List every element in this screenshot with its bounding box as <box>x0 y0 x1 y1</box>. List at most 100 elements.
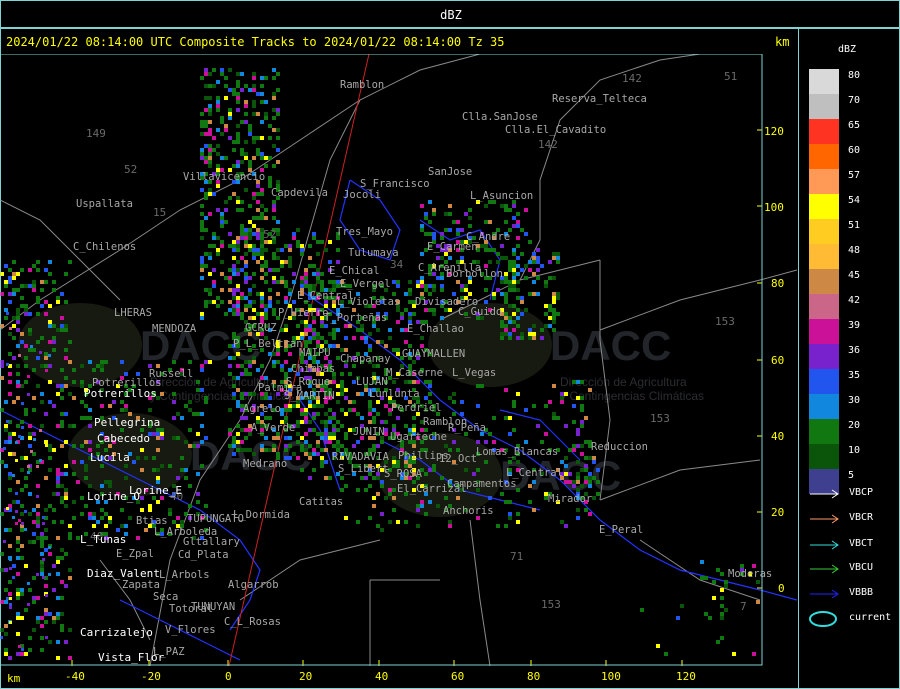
radar-echo-pixel <box>548 308 552 312</box>
radar-echo-pixel <box>244 304 248 308</box>
radar-echo-pixel <box>60 316 64 320</box>
radar-echo-pixel <box>508 304 512 308</box>
radar-echo-pixel <box>412 444 416 448</box>
radar-echo-pixel <box>18 435 21 438</box>
radar-echo-pixel <box>196 472 200 476</box>
radar-echo-pixel <box>352 408 356 412</box>
radar-echo-pixel <box>48 573 51 576</box>
radar-echo-pixel <box>508 516 512 520</box>
radar-echo-pixel <box>32 368 36 372</box>
radar-echo-pixel <box>44 440 48 444</box>
radar-echo-pixel <box>324 424 328 428</box>
radar-echo-pixel <box>220 244 224 248</box>
top-bar: dBZ <box>0 0 900 28</box>
radar-echo-pixel <box>444 444 448 448</box>
radar-echo-pixel <box>16 288 20 292</box>
radar-echo-pixel <box>96 520 100 524</box>
radar-echo-pixel <box>252 84 256 88</box>
radar-echo-pixel <box>528 336 532 340</box>
radar-echo-pixel <box>556 292 560 296</box>
radar-echo-pixel <box>204 264 208 268</box>
radar-echo-pixel <box>556 296 560 300</box>
radar-echo-pixel <box>24 408 28 412</box>
radar-echo-pixel <box>200 464 204 468</box>
radar-echo-pixel <box>248 88 252 92</box>
radar-echo-pixel <box>584 456 588 460</box>
radar-echo-pixel <box>8 380 12 384</box>
radar-echo-pixel <box>308 256 312 260</box>
boundary-line <box>599 269 797 331</box>
radar-echo-pixel <box>268 136 272 140</box>
place-label: SanJose <box>428 166 472 178</box>
radar-echo-pixel <box>296 240 300 244</box>
radar-echo-pixel <box>328 260 332 264</box>
place-label: Potrerillos <box>84 387 157 400</box>
route-number: 142 <box>538 138 558 151</box>
radar-echo-pixel <box>544 304 548 308</box>
radar-echo-pixel <box>180 416 184 420</box>
radar-echo-pixel <box>8 292 12 296</box>
radar-echo-pixel <box>576 428 580 432</box>
radar-echo-pixel <box>556 312 560 316</box>
radar-echo-pixel <box>520 336 524 340</box>
radar-echo-pixel <box>372 496 376 500</box>
radar-echo-pixel <box>284 280 288 284</box>
radar-echo-pixel <box>12 432 16 436</box>
radar-echo-pixel <box>424 284 428 288</box>
radar-echo-pixel <box>42 558 45 561</box>
radar-echo-pixel <box>200 312 204 316</box>
radar-echo-pixel <box>60 500 64 504</box>
legend-swatch <box>809 144 839 169</box>
radar-echo-pixel <box>320 240 324 244</box>
radar-echo-pixel <box>572 420 576 424</box>
radar-echo-pixel <box>40 304 44 308</box>
radar-echo-pixel <box>324 436 328 440</box>
radar-echo-pixel <box>100 360 104 364</box>
radar-echo-pixel <box>36 312 40 316</box>
place-label: TUNUYAN <box>191 601 235 613</box>
radar-echo-pixel <box>428 200 432 204</box>
radar-echo-pixel <box>288 264 292 268</box>
radar-echo-pixel <box>80 444 84 448</box>
radar-echo-pixel <box>272 352 276 356</box>
radar-echo-pixel <box>16 540 20 544</box>
radar-echo-pixel <box>276 360 280 364</box>
radar-echo-pixel <box>580 484 584 488</box>
radar-echo-pixel <box>204 144 208 148</box>
radar-echo-pixel <box>176 516 180 520</box>
radar-echo-pixel <box>236 308 240 312</box>
radar-echo-pixel <box>416 524 420 528</box>
radar-echo-pixel <box>236 164 240 168</box>
radar-echo-pixel <box>404 340 408 344</box>
radar-echo-pixel <box>268 288 272 292</box>
radar-echo-pixel <box>24 476 28 480</box>
radar-echo-pixel <box>248 292 252 296</box>
radar-echo-pixel <box>452 220 456 224</box>
radar-echo-pixel <box>380 440 384 444</box>
radar-echo-pixel <box>236 272 240 276</box>
radar-echo-pixel <box>72 516 76 520</box>
radar-echo-pixel <box>712 580 716 584</box>
radar-echo-pixel <box>24 344 28 348</box>
radar-echo-pixel <box>572 448 576 452</box>
y-tick-label: 20 <box>771 506 785 519</box>
radar-echo-pixel <box>68 524 72 528</box>
radar-echo-pixel <box>216 96 220 100</box>
legend-title: dBZ <box>838 44 857 55</box>
place-label: Chimbas <box>291 363 335 375</box>
radar-echo-pixel <box>52 616 56 620</box>
radar-echo-pixel <box>532 280 536 284</box>
radar-echo-pixel <box>68 360 72 364</box>
radar-echo-pixel <box>484 244 488 248</box>
radar-echo-pixel <box>268 352 272 356</box>
radar-echo-pixel <box>136 536 140 540</box>
radar-echo-pixel <box>16 344 20 348</box>
legend-swatch-label: 48 <box>848 245 861 256</box>
radar-echo-pixel <box>6 312 9 315</box>
radar-echo-pixel <box>24 380 28 384</box>
radar-map[interactable]: DACCDirección de Agriculturay Contingenc… <box>0 54 797 666</box>
radar-echo-pixel <box>328 332 332 336</box>
radar-echo-pixel <box>272 76 276 80</box>
radar-echo-pixel <box>208 152 212 156</box>
radar-echo-pixel <box>240 440 244 444</box>
